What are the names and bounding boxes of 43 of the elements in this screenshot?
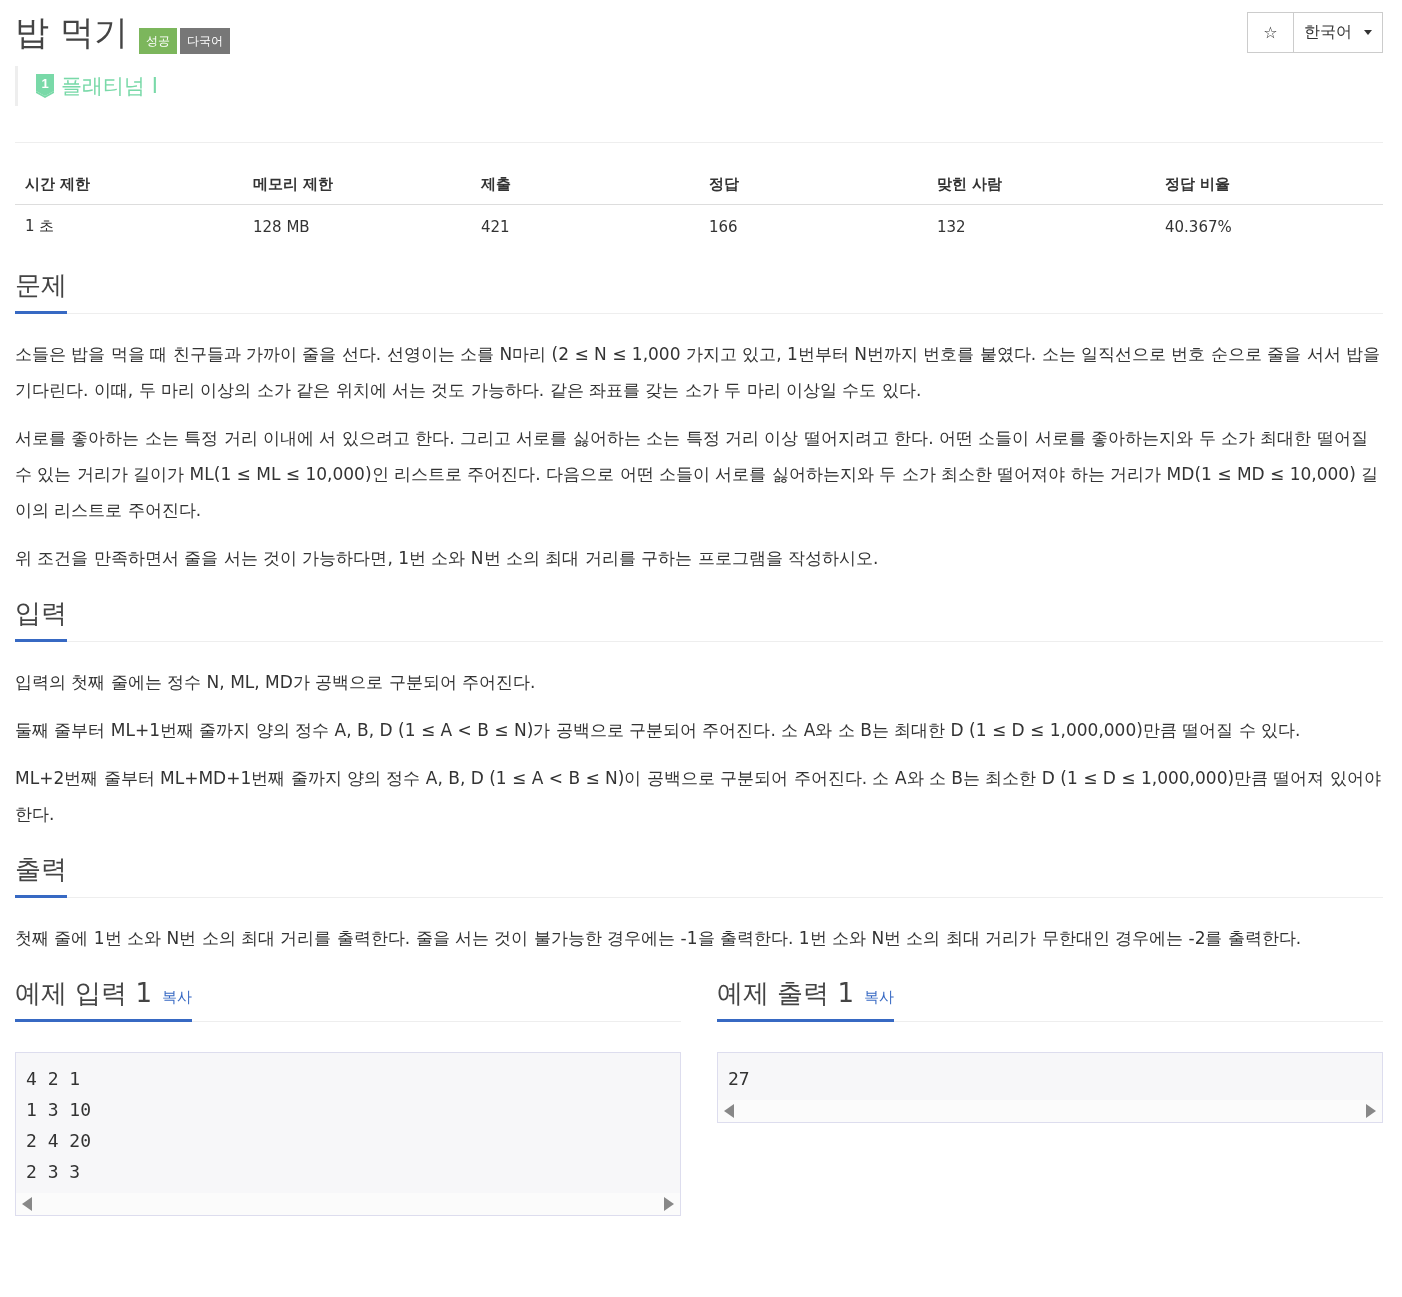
column-header: 정답 비율 xyxy=(1155,155,1383,205)
caret-icon xyxy=(1364,30,1372,35)
table-cell: 1 초 xyxy=(15,204,243,248)
code-line: 4 2 1 xyxy=(26,1067,81,1091)
problem-title: 밥 먹기 xyxy=(15,11,128,54)
scroll-left-icon[interactable] xyxy=(22,1197,32,1211)
paragraph: 서로를 좋아하는 소는 특정 거리 이내에 서 있으려고 한다. 그리고 서로를 싫어하는 소는 특정 거리 이상 떨어지려고 한다. 어떤 소들이 서로를 좋아하는지와 두 소가 최대한 떨어질 수 있는 거리가 길이가 ML(1 ≤ ML ≤ 10,000)인 리스트로 주어진다. 다음으로 어떤 소들이 서로를 싫어하는지와 두 소가 최소한 떨어져야 하는 거리가 MD(1 ≤ MD ≤ 10,000) 길이의 리스트로 주어진다. xyxy=(15,427,1380,522)
code-line: 27 xyxy=(728,1067,750,1091)
table-cell: 132 xyxy=(927,204,1155,248)
column-header: 정답 xyxy=(699,155,927,205)
section-heading: 출력 xyxy=(15,852,67,898)
section-heading: 문제 xyxy=(15,268,67,314)
language-dropdown[interactable]: 한국어 xyxy=(1294,12,1383,53)
paragraph: ML+2번째 줄부터 ML+MD+1번째 줄까지 양의 정수 A, B, D (1 ≤ A < B ≤ N)이 공백으로 구분되어 주어진다. 소 A와 소 B는 최소한 D (1 ≤ D ≤ 1,000,000)만큼 떨어져 있어야 한다. xyxy=(15,767,1382,826)
copy-link[interactable]: 복사 xyxy=(162,988,193,1007)
section-heading: 예제 입력 1 xyxy=(15,977,153,1010)
tier-badge-icon: 1 xyxy=(35,73,55,99)
paragraph: 입력의 첫째 줄에는 정수 N, ML, MD가 공백으로 구분되어 주어진다. xyxy=(15,671,537,694)
scroll-right-icon[interactable] xyxy=(1366,1104,1376,1118)
paragraph: 소들은 밥을 먹을 때 친구들과 가까이 줄을 선다. 선영이는 소를 N마리 (2 ≤ N ≤ 1,000 가지고 있고, 1번부터 N번까지 번호를 붙였다. 소는 일직선으로 번호 순으로 줄을 서서 밥을 기다린다. 이때, 두 마리 이상의 소가 같은 위치에 서는 것도 가능하다. 같은 좌표를 갖는 소가 두 마리 이상일 수도 있다. xyxy=(15,343,1382,402)
code-line: 1 3 10 xyxy=(26,1098,92,1122)
scroll-left-icon[interactable] xyxy=(724,1104,734,1118)
scroll-right-icon[interactable] xyxy=(664,1197,674,1211)
copy-link[interactable]: 복사 xyxy=(864,988,895,1007)
table-cell: 166 xyxy=(699,204,927,248)
column-header: 시간 제한 xyxy=(15,155,243,205)
status-label: 다국어 xyxy=(179,28,230,54)
code-line: 2 4 20 xyxy=(26,1129,92,1153)
status-label: 성공 xyxy=(138,28,177,54)
section-heading: 입력 xyxy=(15,596,67,642)
column-header: 제출 xyxy=(471,155,699,205)
table-cell: 40.367% xyxy=(1155,204,1383,248)
section-heading: 예제 출력 1 xyxy=(717,977,855,1010)
column-header: 맞힌 사람 xyxy=(927,155,1155,205)
table-cell: 128 MB xyxy=(243,204,471,248)
star-button[interactable]: ☆ xyxy=(1247,12,1294,53)
paragraph: 첫째 줄에 1번 소와 N번 소의 최대 거리를 출력한다. 줄을 서는 것이 불가능한 경우에는 -1을 출력한다. 1번 소와 N번 소의 최대 거리가 무한대인 경우에는 -2를 출력한다. xyxy=(15,927,1303,950)
paragraph: 둘째 줄부터 ML+1번째 줄까지 양의 정수 A, B, D (1 ≤ A < B ≤ N)가 공백으로 구분되어 주어진다. 소 A와 소 B는 최대한 D (1 ≤ D ≤ 1,000,000)만큼 떨어질 수 있다. xyxy=(15,719,1302,742)
code-line: 2 3 3 xyxy=(26,1160,81,1184)
table-cell: 421 xyxy=(471,204,699,248)
tier-label: 플래티넘 I xyxy=(61,73,158,100)
column-header: 메모리 제한 xyxy=(243,155,471,205)
paragraph: 위 조건을 만족하면서 줄을 서는 것이 가능하다면, 1번 소와 N번 소의 최대 거리를 구하는 프로그램을 작성하시오. xyxy=(15,547,880,570)
